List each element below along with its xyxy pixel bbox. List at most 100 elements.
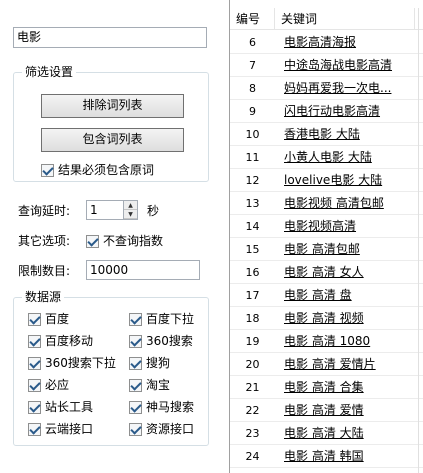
table-row[interactable]: 16 电影 高清 女人 xyxy=(230,261,423,284)
must-contain-label: 结果必须包含原词 xyxy=(58,163,155,177)
table-row[interactable]: 23 电影 高清 大陆 xyxy=(230,422,423,445)
table-row[interactable]: 12 lovelive电影 大陆 xyxy=(230,169,423,192)
source-checkbox[interactable] xyxy=(129,422,142,436)
source-checkbox[interactable] xyxy=(129,312,142,326)
keyword-input[interactable]: 电影 xyxy=(13,27,207,48)
table-row[interactable]: 18 电影 高清 视频 xyxy=(230,307,423,330)
source-checkbox[interactable] xyxy=(28,334,41,348)
no-index-checkbox[interactable] xyxy=(86,234,99,248)
include-words-button[interactable]: 包含词列表 xyxy=(41,128,184,152)
cell-number: 8 xyxy=(249,82,256,95)
source-label: 必应 xyxy=(45,378,70,392)
spin-up-icon[interactable]: ▲ xyxy=(124,201,137,210)
cell-number: 14 xyxy=(245,220,260,233)
data-sources-group: 数据源 百度百度移动 360搜索下拉必应站长工具云端接口 百度下拉 360搜索搜狗淘… xyxy=(13,289,209,446)
cell-keyword[interactable]: 电影 高清 合集 xyxy=(275,376,420,398)
cell-keyword[interactable]: 妈妈再爱我一次电... xyxy=(275,77,420,99)
cell-number: 19 xyxy=(245,335,260,348)
source-checkbox-row[interactable]: 百度移动 xyxy=(28,333,93,349)
column-header-keyword[interactable]: 关键词 xyxy=(275,8,415,29)
cell-keyword[interactable]: 电影 高清包邮 xyxy=(275,238,420,260)
cell-number: 13 xyxy=(245,197,260,210)
source-label: 淘宝 xyxy=(146,378,171,392)
cell-keyword[interactable]: 电影高清海报 xyxy=(275,31,420,53)
table-row[interactable]: 13 电影视频 高清包邮 xyxy=(230,192,423,215)
must-contain-checkbox-row[interactable]: 结果必须包含原词 xyxy=(41,162,154,178)
source-label: 百度下拉 xyxy=(146,312,195,326)
source-checkbox[interactable] xyxy=(129,356,142,370)
table-row[interactable]: 17 电影 高清 盘 xyxy=(230,284,423,307)
table-row[interactable]: 10 香港电影 大陆 xyxy=(230,123,423,146)
source-checkbox[interactable] xyxy=(129,400,142,414)
cell-number: 23 xyxy=(245,427,260,440)
source-checkbox-row[interactable]: 360搜索下拉 xyxy=(28,355,116,371)
source-checkbox[interactable] xyxy=(28,312,41,326)
cell-keyword[interactable]: 小黄人电影 大陆 xyxy=(275,146,420,168)
cell-keyword[interactable]: 电影 高清 大陆 xyxy=(275,422,420,444)
source-checkbox[interactable] xyxy=(28,378,41,392)
source-checkbox-row[interactable]: 必应 xyxy=(28,377,69,393)
source-checkbox[interactable] xyxy=(129,378,142,392)
source-label: 资源接口 xyxy=(146,422,195,436)
table-row[interactable]: 20 电影 高清 爱情片 xyxy=(230,353,423,376)
source-checkbox-row[interactable]: 360搜索 xyxy=(129,333,193,349)
source-checkbox[interactable] xyxy=(129,334,142,348)
cell-keyword[interactable]: 电影 高清 爱情 xyxy=(275,399,420,421)
table-row[interactable]: 14 电影视频高清 xyxy=(230,215,423,238)
cell-keyword[interactable]: 电影 高清 韩国 xyxy=(275,445,420,467)
source-checkbox-row[interactable]: 站长工具 xyxy=(28,399,93,415)
results-table: 编号 关键词 6 电影高清海报 7 中途岛海战电影高清 8 妈妈再爱我一次电... 9 闪电行… xyxy=(229,0,423,473)
source-label: 搜狗 xyxy=(146,356,171,370)
table-row[interactable]: 15 电影 高清包邮 xyxy=(230,238,423,261)
column-header-number[interactable]: 编号 xyxy=(230,8,275,29)
exclude-words-button[interactable]: 排除词列表 xyxy=(41,94,184,118)
cell-keyword[interactable]: 电影 高清 盘 xyxy=(275,284,420,306)
cell-keyword[interactable]: 电影 高清 视频 xyxy=(275,307,420,329)
spin-down-icon[interactable]: ▼ xyxy=(124,210,137,219)
no-index-checkbox-row[interactable]: 不查询指数 xyxy=(86,233,163,249)
table-row[interactable]: 9 闪电行动电影高清 xyxy=(230,100,423,123)
table-row[interactable]: 6 电影高清海报 xyxy=(230,31,423,54)
source-checkbox-row[interactable]: 百度下拉 xyxy=(129,311,194,327)
cell-keyword[interactable]: lovelive电影 大陆 xyxy=(275,169,420,191)
table-right-border xyxy=(418,8,419,473)
cell-keyword[interactable]: 闪电行动电影高清 xyxy=(275,100,420,122)
data-sources-title: 数据源 xyxy=(22,289,65,305)
cell-number: 7 xyxy=(249,59,256,72)
source-checkbox-row[interactable]: 云端接口 xyxy=(28,421,93,437)
source-checkbox[interactable] xyxy=(28,356,41,370)
source-label: 百度移动 xyxy=(45,334,94,348)
source-label: 360搜索 xyxy=(146,334,193,348)
table-row[interactable]: 19 电影 高清 1080 xyxy=(230,330,423,353)
delay-input[interactable]: 1 ▲ ▼ xyxy=(86,200,138,220)
table-row[interactable]: 11 小黄人电影 大陆 xyxy=(230,146,423,169)
limit-input[interactable]: 10000 xyxy=(86,260,200,280)
cell-number: 17 xyxy=(245,289,260,302)
cell-keyword[interactable]: 电影视频 高清包邮 xyxy=(275,192,420,214)
table-row[interactable]: 8 妈妈再爱我一次电... xyxy=(230,77,423,100)
must-contain-checkbox[interactable] xyxy=(41,163,54,177)
source-checkbox-row[interactable]: 百度 xyxy=(28,311,69,327)
table-row[interactable]: 24 电影 高清 韩国 xyxy=(230,445,423,468)
source-checkbox-row[interactable]: 淘宝 xyxy=(129,377,170,393)
limit-label: 限制数目: xyxy=(18,264,71,278)
table-row[interactable]: 22 电影 高清 爱情 xyxy=(230,399,423,422)
cell-number: 12 xyxy=(245,174,260,187)
source-checkbox-row[interactable]: 搜狗 xyxy=(129,355,170,371)
source-checkbox-row[interactable]: 资源接口 xyxy=(129,421,194,437)
table-row[interactable]: 7 中途岛海战电影高清 xyxy=(230,54,423,77)
source-checkbox[interactable] xyxy=(28,422,41,436)
delay-unit: 秒 xyxy=(147,204,160,218)
cell-keyword[interactable]: 电影 高清 爱情片 xyxy=(275,353,420,375)
cell-keyword[interactable]: 电影 高清 1080 xyxy=(275,330,420,352)
source-label: 云端接口 xyxy=(45,422,94,436)
other-options-label: 其它选项: xyxy=(18,234,71,248)
cell-keyword[interactable]: 电影视频高清 xyxy=(275,215,420,237)
cell-keyword[interactable]: 电影 高清 女人 xyxy=(275,261,420,283)
source-checkbox-row[interactable]: 神马搜索 xyxy=(129,399,194,415)
delay-spinner[interactable]: ▲ ▼ xyxy=(123,201,137,220)
table-row[interactable]: 21 电影 高清 合集 xyxy=(230,376,423,399)
cell-keyword[interactable]: 香港电影 大陆 xyxy=(275,123,420,145)
cell-keyword[interactable]: 中途岛海战电影高清 xyxy=(275,54,420,76)
source-checkbox[interactable] xyxy=(28,400,41,414)
